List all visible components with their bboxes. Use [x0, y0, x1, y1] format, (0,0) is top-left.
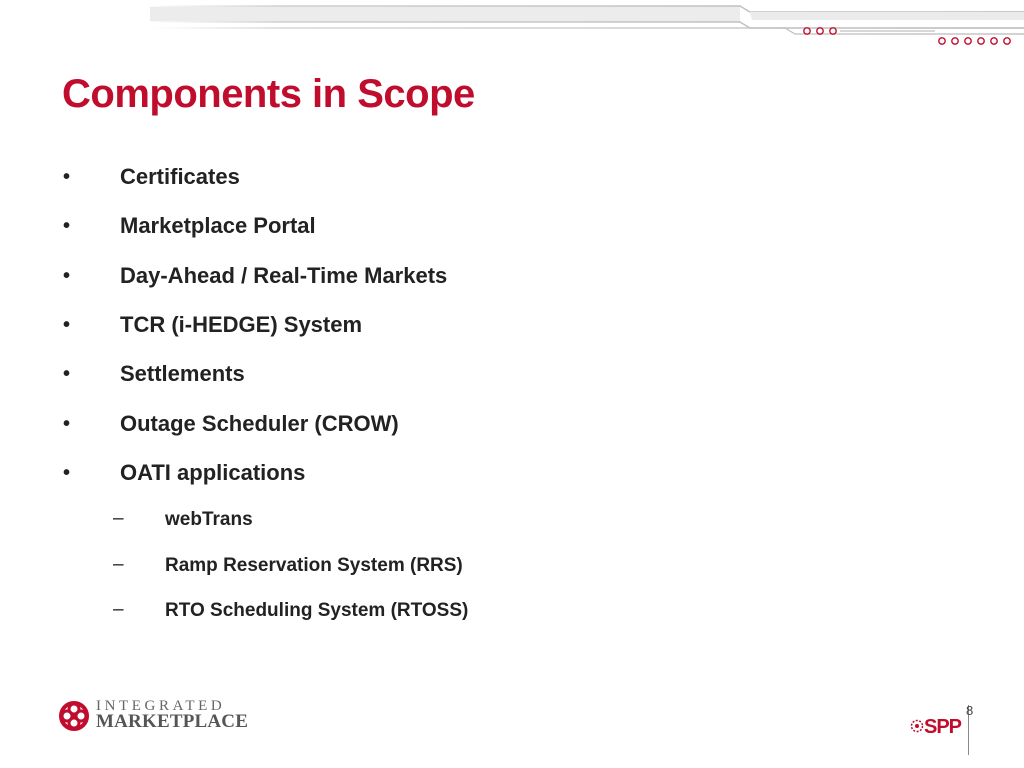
logo-text-marketplace: MARKETPLACE — [96, 711, 249, 732]
sub-bullet-item-rrs: – Ramp Reservation System (RRS) — [113, 554, 463, 578]
bullet-text: Outage Scheduler (CROW) — [120, 411, 399, 436]
bullet-item-tcr: • TCR (i-HEDGE) System — [63, 311, 363, 339]
bullet-marker: • — [63, 314, 71, 336]
sub-bullet-text: RTO Scheduling System (RTOSS) — [165, 600, 469, 621]
bullet-text: TCR (i-HEDGE) System — [120, 312, 363, 337]
bullet-text: Certificates — [120, 164, 240, 189]
sub-bullet-item-webtrans: – webTrans — [113, 508, 253, 532]
sub-bullet-text: Ramp Reservation System (RRS) — [165, 555, 463, 576]
sub-bullet-item-rtoss: – RTO Scheduling System (RTOSS) — [113, 599, 469, 623]
bullet-item-day-ahead: • Day-Ahead / Real-Time Markets — [63, 262, 448, 290]
sub-bullet-marker: – — [113, 554, 124, 575]
bullet-item-outage-scheduler: • Outage Scheduler (CROW) — [63, 410, 399, 438]
integrated-marketplace-emblem-icon — [59, 701, 89, 731]
bullet-item-oati: • OATI applications — [63, 459, 306, 487]
bullet-item-certificates: • Certificates — [63, 163, 240, 191]
bullet-marker: • — [63, 462, 71, 484]
spp-logo: SPP — [910, 715, 962, 743]
sub-bullet-marker: – — [113, 599, 124, 620]
slide: Components in Scope • Certificates • Mar… — [0, 0, 1024, 768]
bullet-item-settlements: • Settlements — [63, 360, 245, 388]
page-number: 8 — [966, 703, 974, 718]
spp-logo-text: SPP — [924, 716, 962, 738]
spp-dots-icon — [910, 719, 924, 733]
bullet-text: Marketplace Portal — [120, 213, 316, 238]
bullet-marker: • — [63, 265, 71, 287]
bullet-text: OATI applications — [120, 460, 306, 485]
bullet-text: Settlements — [120, 361, 245, 386]
integrated-marketplace-logo: INTEGRATED MARKETPLACE — [58, 698, 248, 738]
bullet-marker: • — [63, 363, 71, 385]
sub-bullet-text: webTrans — [165, 509, 253, 530]
bullet-marker: • — [63, 166, 71, 188]
bullet-marker: • — [63, 215, 71, 237]
bullet-list: • Certificates • Marketplace Portal • Da… — [0, 0, 1024, 768]
bullet-marker: • — [63, 413, 71, 435]
bullet-item-marketplace-portal: • Marketplace Portal — [63, 212, 316, 240]
bullet-text: Day-Ahead / Real-Time Markets — [120, 263, 448, 288]
sub-bullet-marker: – — [113, 508, 124, 529]
